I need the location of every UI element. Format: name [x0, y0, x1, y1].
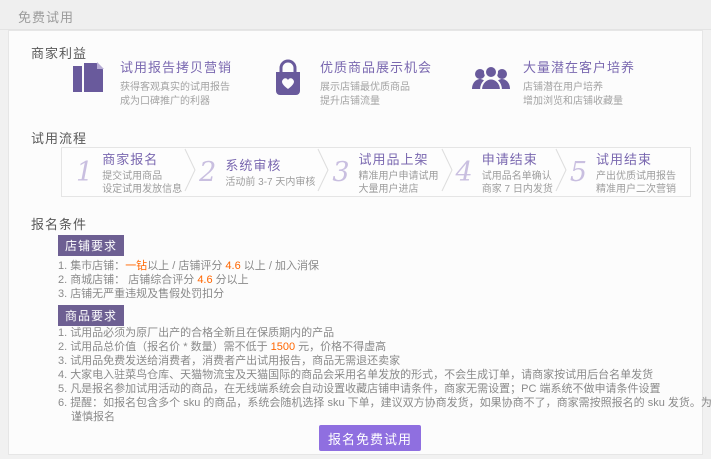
benefit-item: 试用报告拷贝营销 获得客观真实的试用报告 成为口碑推广的利器: [66, 57, 232, 109]
report-copy-icon: [66, 57, 110, 101]
chevron-separator-icon: [441, 148, 454, 197]
highlight-value: 4.6: [225, 260, 240, 272]
step-desc: 产出优质试用报告: [596, 170, 676, 183]
highlight-value: 4.6: [197, 274, 212, 286]
step-title: 试用结束: [596, 149, 676, 168]
chevron-separator-icon: [184, 148, 197, 197]
product-rule: 3.试用品免费发送给消费者，消费者产出试用报告，商品无需退还卖家: [58, 355, 698, 368]
step-number: 5: [570, 159, 587, 186]
process-heading: 试用流程: [31, 128, 87, 147]
step-number: 2: [199, 159, 216, 186]
benefit-desc: 成为口碑推广的利器: [120, 95, 232, 109]
benefit-item: 大量潜在客户培养 店铺潜在用户培养 增加浏览和店铺收藏量: [469, 57, 635, 109]
process-step: 5 试用结束 产出优质试用报告 精准用户二次营销: [570, 149, 676, 196]
product-rule-continuation: 谨慎报名: [58, 411, 698, 424]
benefit-desc: 店铺潜在用户培养: [523, 81, 635, 95]
shop-rule: 1.集市店铺：一钻以上 / 店铺评分 4.6 以上 / 加入消保: [58, 260, 698, 273]
step-desc: 设定试用发放信息: [102, 183, 182, 196]
step-number: 3: [332, 159, 349, 186]
step-desc: 大量用户进店: [359, 183, 439, 196]
benefit-desc: 提升店铺流量: [320, 95, 432, 109]
benefit-title: 优质商品展示机会: [320, 57, 432, 76]
signup-free-trial-button[interactable]: 报名免费试用: [319, 425, 421, 451]
shop-rules-list: 1.集市店铺：一钻以上 / 店铺评分 4.6 以上 / 加入消保 2.商城店铺：…: [58, 260, 698, 302]
product-rule: 6.提醒：如报名包含多个 sku 的商品，系统会随机选择 sku 下单，建议双方…: [58, 397, 698, 410]
process-step: 1 商家报名 提交试用商品 设定试用发放信息: [76, 149, 182, 196]
benefit-item: 优质商品展示机会 展示店铺最优质商品 提升店铺流量: [266, 57, 432, 109]
page-header: 免费试用: [0, 0, 711, 30]
benefit-desc: 增加浏览和店铺收藏量: [523, 95, 635, 109]
step-title: 系统审核: [225, 155, 315, 174]
step-title: 申请结束: [482, 149, 553, 168]
step-desc: 精准用户二次营销: [596, 183, 676, 196]
page-title: 免费试用: [18, 7, 74, 26]
product-rule: 2.试用品总价值（报名价 * 数量）需不低于 1500 元，价格不得虚高: [58, 341, 698, 354]
step-title: 试用品上架: [359, 149, 439, 168]
conditions-heading: 报名条件: [31, 214, 87, 233]
customer-group-icon: [469, 57, 513, 101]
process-step: 2 系统审核 活动前 3-7 天内审核: [199, 155, 315, 189]
step-desc: 提交试用商品: [102, 170, 182, 183]
benefit-desc: 获得客观真实的试用报告: [120, 81, 232, 95]
benefit-title: 试用报告拷贝营销: [120, 57, 232, 76]
heart-bag-icon: [266, 57, 310, 101]
benefit-desc: 展示店铺最优质商品: [320, 81, 432, 95]
step-desc: 精准用户申请试用: [359, 170, 439, 183]
product-rule: 4.大家电入驻菜鸟仓库、天猫物流宝及天猫国际的商品会采用名单发放的形式，不会生成…: [58, 369, 698, 382]
shop-rule: 3.店铺无严重违规及售假处罚扣分: [58, 288, 698, 301]
step-title: 商家报名: [102, 149, 182, 168]
shop-requirements-badge: 店铺要求: [58, 235, 124, 256]
step-desc: 商家 7 日内发货: [482, 183, 553, 196]
step-number: 1: [76, 159, 93, 186]
shop-rule: 2.商城店铺： 店铺综合评分 4.6 分以上: [58, 274, 698, 287]
step-number: 4: [456, 159, 473, 186]
process-step: 3 试用品上架 精准用户申请试用 大量用户进店: [332, 149, 438, 196]
highlight-value: 一钻: [125, 260, 147, 272]
product-rule: 5.凡是报名参加试用活动的商品，在无线端系统会自动设置收藏店铺申请条件，商家无需…: [58, 383, 698, 396]
product-rule: 1.试用品必须为原厂出产的合格全新且在保质期内的产品: [58, 327, 698, 340]
content-panel: 商家利益 试用报告拷贝营销 获得客观真实的试用报告 成为口碑推广的利器 优质商品…: [8, 30, 703, 455]
step-desc: 试用品名单确认: [482, 170, 553, 183]
benefit-title: 大量潜在客户培养: [523, 57, 635, 76]
product-requirements-badge: 商品要求: [58, 305, 124, 326]
process-step: 4 申请结束 试用品名单确认 商家 7 日内发货: [456, 149, 553, 196]
process-steps-bar: 1 商家报名 提交试用商品 设定试用发放信息 2 系统审核 活动前 3-7 天内…: [61, 147, 691, 197]
step-desc: 活动前 3-7 天内审核: [225, 176, 315, 189]
product-rules-list: 1.试用品必须为原厂出产的合格全新且在保质期内的产品 2.试用品总价值（报名价 …: [58, 327, 698, 424]
highlight-value: 1500: [271, 341, 295, 353]
chevron-separator-icon: [317, 148, 330, 197]
chevron-separator-icon: [555, 148, 568, 197]
